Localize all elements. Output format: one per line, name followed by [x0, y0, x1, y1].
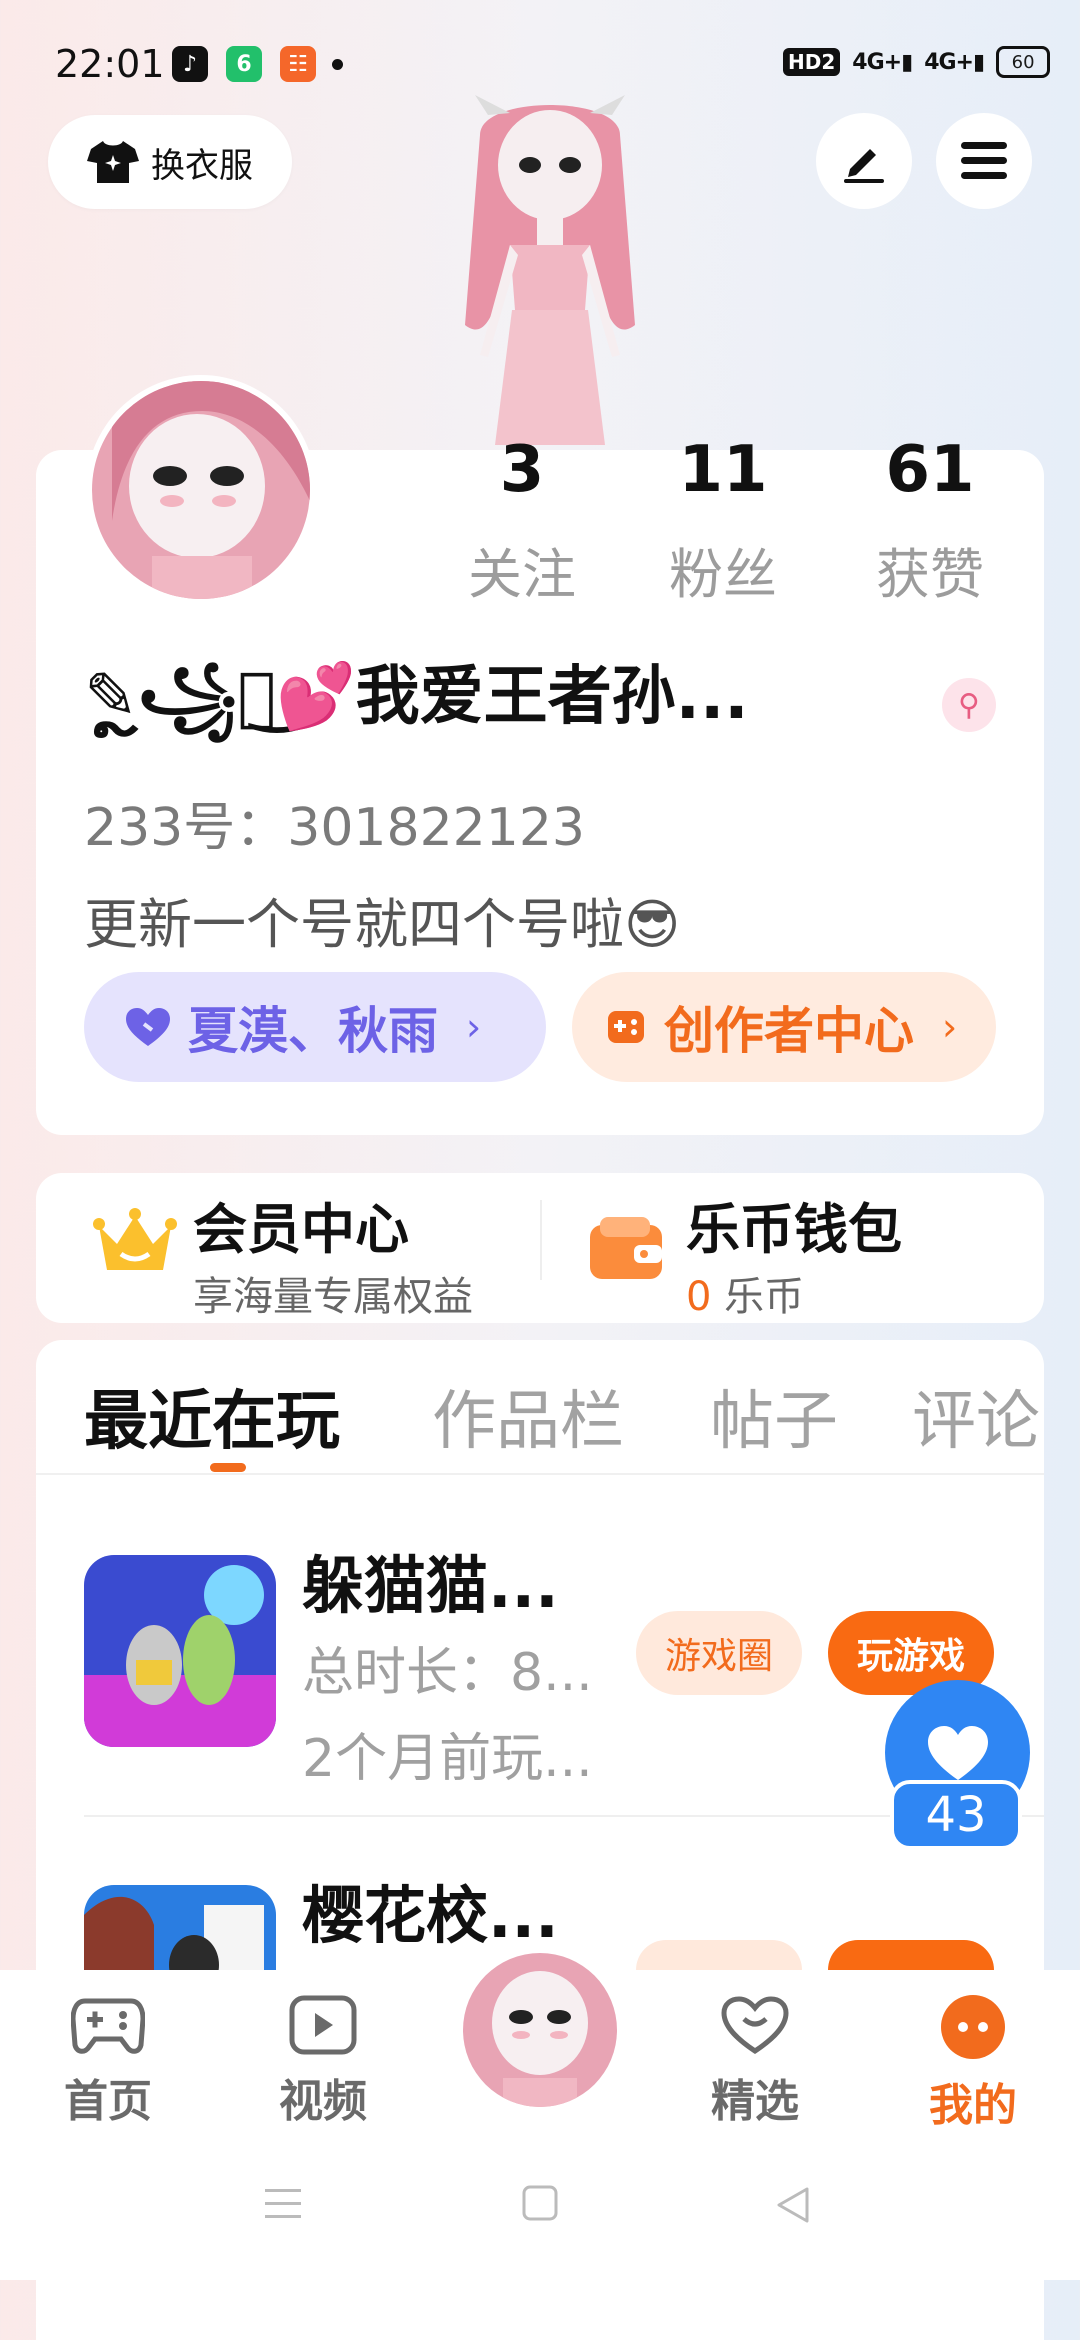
- wallet-icon: [588, 1215, 664, 1285]
- member-center-subtitle: 享海量专属权益: [193, 1274, 473, 1320]
- like-count-badge: 43: [890, 1780, 1022, 1850]
- friends-pill[interactable]: 夏漠、秋雨 ›: [84, 972, 546, 1082]
- nav-mine-label: 我的: [929, 2080, 1017, 2131]
- creator-center-label: 创作者中心: [664, 1002, 914, 1060]
- member-center-title: 会员中心: [193, 1198, 409, 1261]
- signal-icon: 4G+▮: [852, 49, 913, 75]
- hd-icon: HD2: [783, 48, 841, 76]
- tab-works[interactable]: 作品栏: [432, 1370, 624, 1462]
- edit-profile-button[interactable]: [816, 113, 912, 209]
- wallet-balance: 0 乐币: [686, 1264, 902, 1322]
- change-outfit-label: 换衣服: [151, 145, 253, 186]
- nav-home[interactable]: 首页: [28, 1995, 188, 2129]
- game-thumbnail-2[interactable]: [84, 1885, 276, 1970]
- back-triangle-icon[interactable]: [775, 2185, 811, 2229]
- game-title-2[interactable]: 樱花校...: [302, 1865, 559, 1955]
- signal-icon-2: 4G+▮: [924, 49, 985, 75]
- nav-mine[interactable]: 我的: [893, 1995, 1053, 2133]
- following-count[interactable]: 3: [432, 433, 612, 507]
- member-center-entry[interactable]: 会员中心 享海量专属权益: [193, 1185, 473, 1322]
- wallet-entry[interactable]: 乐币钱包 0 乐币: [686, 1185, 902, 1322]
- heart-friends-icon: [126, 1008, 170, 1046]
- profile-face-icon: [941, 1995, 1005, 2059]
- nav-home-label: 首页: [64, 2076, 152, 2127]
- fans-label[interactable]: 粉丝: [633, 530, 813, 609]
- tiktok-app-icon: ♪: [172, 46, 208, 82]
- game-duration: 总时长：8...: [302, 1643, 593, 1703]
- status-time: 22:01: [55, 42, 165, 86]
- creator-center-pill[interactable]: 创作者中心 ›: [572, 972, 996, 1082]
- game-circle-button[interactable]: 游戏圈: [636, 1611, 802, 1695]
- tshirt-icon: [87, 141, 139, 183]
- user-nickname: ✎ຼ꧁ཉ͜💕我爱王者孙...: [84, 660, 749, 734]
- hamburger-menu-icon: [961, 142, 1007, 179]
- friends-pill-label: 夏漠、秋雨: [188, 1002, 438, 1060]
- chevron-right-icon: ›: [466, 1005, 482, 1049]
- game-thumbnail[interactable]: [84, 1555, 276, 1747]
- user-id[interactable]: 233号：301822123: [84, 785, 585, 860]
- more-notifications-dot: [332, 59, 343, 70]
- wallet-title: 乐币钱包: [686, 1198, 902, 1261]
- app-notification-icon: 6: [226, 46, 262, 82]
- tab-posts[interactable]: 帖子: [710, 1370, 838, 1462]
- user-avatar[interactable]: [86, 375, 316, 605]
- gender-female-icon: ⚲: [942, 678, 996, 732]
- nav-featured-label: 精选: [711, 2076, 799, 2127]
- game-title[interactable]: 躲猫猫...: [302, 1535, 559, 1625]
- fans-count[interactable]: 11: [633, 433, 813, 507]
- avatar-3d-figure[interactable]: [440, 95, 660, 450]
- change-outfit-button[interactable]: 换衣服: [48, 115, 292, 209]
- heart-icon: [927, 1725, 988, 1780]
- user-bio: 更新一个号就四个号啦😎: [84, 893, 681, 956]
- chevron-right-icon: ›: [942, 1005, 958, 1049]
- play-game-button-2[interactable]: [828, 1940, 994, 1970]
- nav-video-label: 视频: [279, 2076, 367, 2127]
- avatar-image: [463, 1953, 617, 2107]
- tab-recently-played[interactable]: 最近在玩: [84, 1370, 340, 1462]
- crown-icon: [93, 1208, 177, 1284]
- video-play-icon: [289, 1995, 357, 2055]
- nav-avatar-center[interactable]: [455, 1945, 625, 2115]
- gamepad-icon: [71, 1998, 145, 2054]
- active-tab-indicator: [210, 1463, 246, 1472]
- pencil-icon: [844, 149, 884, 183]
- game-circle-button-2[interactable]: [636, 1940, 802, 1970]
- nav-featured[interactable]: 精选: [675, 1995, 835, 2129]
- wallet-amount: 0: [686, 1274, 712, 1320]
- status-indicators: HD2 4G+▮ 4G+▮ 60: [783, 46, 1051, 78]
- menu-button[interactable]: [936, 113, 1032, 209]
- avatar-image: [92, 381, 310, 599]
- recent-apps-icon[interactable]: [263, 2185, 303, 2225]
- tab-underline: [36, 1473, 1044, 1475]
- home-square-icon[interactable]: [522, 2185, 558, 2225]
- nav-video[interactable]: 视频: [243, 1995, 403, 2129]
- likes-count[interactable]: 61: [840, 433, 1020, 507]
- following-label[interactable]: 关注: [432, 530, 612, 609]
- card-divider: [540, 1200, 542, 1280]
- heart-featured-icon: [721, 1996, 789, 2055]
- app-notification-icon-2: ☷: [280, 46, 316, 82]
- gamepad-creator-icon: [608, 1011, 644, 1043]
- game-last-played: 2个月前玩...: [302, 1729, 593, 1789]
- likes-label[interactable]: 获赞: [840, 530, 1020, 609]
- wallet-unit: 乐币: [724, 1274, 805, 1320]
- tab-comments[interactable]: 评论: [912, 1370, 1042, 1462]
- battery-icon: 60: [996, 46, 1051, 78]
